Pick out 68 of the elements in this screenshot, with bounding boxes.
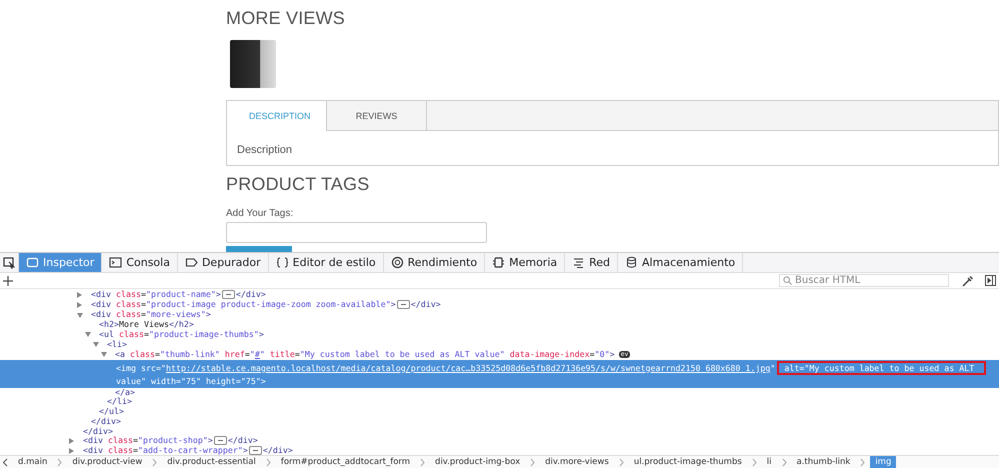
window-icon bbox=[26, 256, 39, 269]
eyedropper-icon bbox=[961, 274, 973, 286]
section-heading: PRODUCT TAGS bbox=[226, 174, 370, 194]
devtools-tab[interactable]: Consola bbox=[102, 253, 178, 272]
markup-line[interactable]: <div class="product-shop"> </div> bbox=[76, 436, 258, 446]
chevron-icon bbox=[782, 458, 787, 466]
collapsed-arrow-icon[interactable] bbox=[77, 300, 84, 310]
collapsed-arrow-icon[interactable] bbox=[69, 446, 76, 455]
markup-line[interactable]: </a> bbox=[108, 388, 135, 398]
markup-line[interactable]: <div class="product-name"> </div> bbox=[84, 290, 266, 300]
console-icon bbox=[109, 256, 122, 269]
markup-line[interactable]: </div> bbox=[84, 416, 121, 427]
sidebar-toggle-icon bbox=[985, 275, 996, 286]
chevron-icon bbox=[57, 458, 62, 466]
tab[interactable]: REVIEWS bbox=[327, 101, 427, 131]
markup-line[interactable]: </ul> bbox=[92, 407, 124, 417]
braces-icon bbox=[276, 256, 289, 269]
devtools-tab[interactable]: Rendimiento bbox=[384, 253, 486, 272]
collapsed-content-icon[interactable] bbox=[396, 300, 410, 310]
devtools-tab[interactable]: Depurador bbox=[178, 253, 269, 272]
gauge-icon bbox=[390, 256, 404, 269]
chevron-icon bbox=[152, 458, 158, 466]
breadcrumb-item[interactable]: ul.product-image-thumbs bbox=[628, 456, 747, 468]
breadcrumb-item[interactable]: div.product-essential bbox=[162, 456, 261, 468]
tab-content-text: Description bbox=[236, 143, 294, 158]
lines-icon bbox=[572, 256, 586, 269]
collapsed-content-icon[interactable] bbox=[222, 290, 235, 300]
chevron-icon bbox=[530, 458, 536, 466]
markup-line[interactable]: <div class="product-image product-image-zoom zoom-available"> </div> bbox=[84, 300, 441, 310]
breadcrumb-item[interactable]: div.more-views bbox=[540, 456, 614, 468]
database-icon bbox=[625, 256, 638, 269]
element-picker-icon bbox=[3, 256, 15, 268]
add-icon bbox=[3, 276, 13, 286]
search-field[interactable]: Buscar HTML bbox=[779, 274, 949, 287]
markup-line[interactable]: </li> bbox=[100, 397, 132, 408]
markup-line[interactable]: <h2>More Views</h2> bbox=[92, 320, 194, 330]
highlight-box: alt="My custom label to be used as ALT bbox=[777, 360, 986, 375]
scroll-left-icon bbox=[2, 458, 8, 466]
expanded-arrow-icon[interactable] bbox=[77, 310, 84, 320]
tags-input-field[interactable] bbox=[226, 222, 487, 243]
breadcrumb-item[interactable]: div.product-view bbox=[67, 456, 148, 468]
devtools-tab[interactable]: Memoria bbox=[485, 253, 566, 272]
chevron-icon bbox=[420, 458, 426, 466]
breadcrumb-item[interactable]: div.product-img-box bbox=[430, 456, 526, 468]
breadcrumb-item[interactable]: d.main bbox=[13, 456, 52, 468]
chip-icon bbox=[492, 256, 506, 269]
breadcrumb-item[interactable]: li bbox=[762, 456, 777, 468]
chevron-icon bbox=[618, 458, 624, 466]
tag-shape-icon bbox=[184, 256, 198, 269]
chevron-icon bbox=[752, 458, 757, 466]
breadcrumb-item[interactable]: a.thumb-link bbox=[792, 456, 856, 468]
devtools-tab[interactable]: Editor de estilo bbox=[268, 253, 384, 272]
chevron-icon bbox=[266, 458, 271, 466]
field-label: Add Your Tags: bbox=[226, 208, 294, 219]
collapsed-arrow-icon[interactable] bbox=[77, 290, 84, 300]
section-heading: MORE VIEWS bbox=[226, 8, 346, 28]
markup-line[interactable]: </div> bbox=[76, 426, 113, 436]
markup-line[interactable]: <div class="more-views"> bbox=[84, 310, 211, 320]
devtools-tab[interactable]: Almacenamiento bbox=[618, 253, 744, 272]
collapsed-content-icon[interactable] bbox=[214, 436, 227, 446]
markup-line[interactable]: <li> bbox=[100, 340, 127, 350]
devtools-tab[interactable]: Red bbox=[565, 253, 618, 272]
collapsed-arrow-icon[interactable] bbox=[69, 436, 76, 446]
markup-line[interactable]: <ul class="product-image-thumbs"> bbox=[92, 330, 264, 340]
chevron-icon bbox=[860, 458, 866, 466]
product-photo-placeholder bbox=[230, 40, 276, 88]
breadcrumb-item[interactable]: form#product_addtocart_form bbox=[276, 456, 416, 468]
search-icon bbox=[783, 276, 792, 285]
